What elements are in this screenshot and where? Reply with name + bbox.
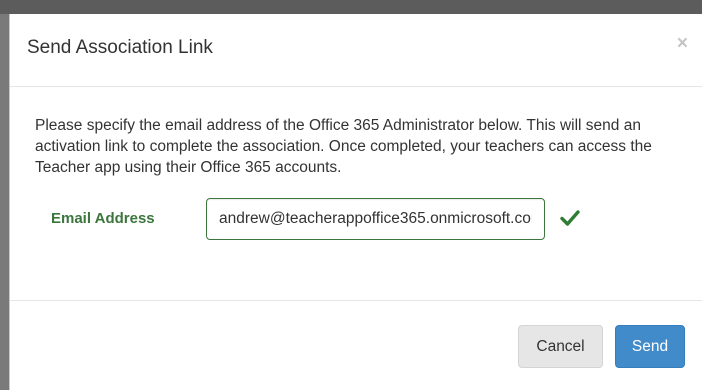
dialog-title: Send Association Link — [27, 37, 213, 58]
dialog-header: Send Association Link × — [10, 14, 702, 87]
send-association-link-dialog: Send Association Link × Please specify t… — [9, 14, 702, 390]
dialog-body: Please specify the email address of the … — [10, 88, 702, 300]
close-button[interactable]: × — [677, 34, 688, 53]
email-address-input[interactable] — [206, 198, 545, 240]
send-button[interactable]: Send — [615, 325, 685, 368]
page-background-strip — [0, 0, 702, 14]
dialog-footer: Cancel Send — [10, 300, 702, 390]
cancel-button[interactable]: Cancel — [518, 325, 603, 368]
checkmark-icon — [560, 210, 580, 226]
email-address-label: Email Address — [51, 210, 155, 227]
dialog-description: Please specify the email address of the … — [35, 117, 652, 176]
